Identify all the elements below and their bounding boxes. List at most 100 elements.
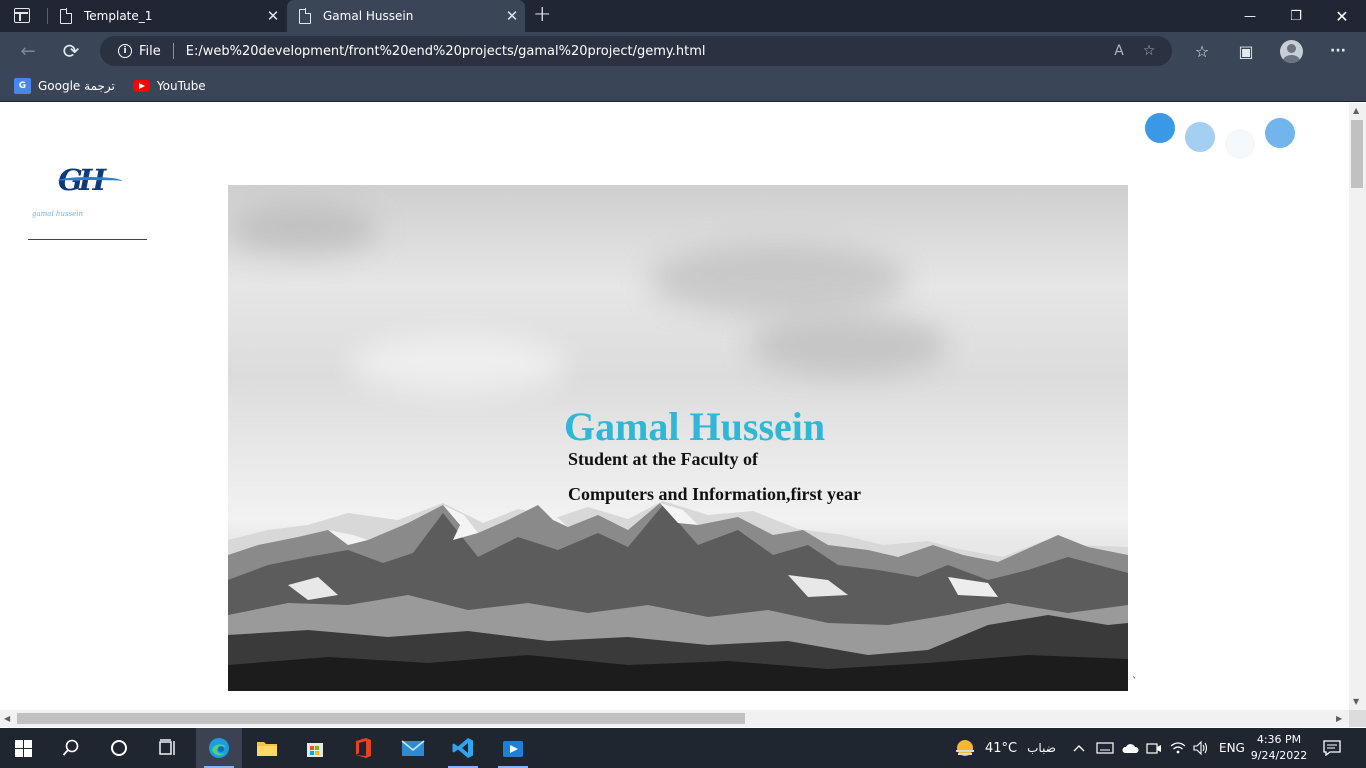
taskbar-mail[interactable]	[390, 728, 436, 768]
input-method-icon[interactable]	[1096, 728, 1114, 768]
volume-icon[interactable]	[1193, 728, 1209, 768]
onedrive-icon[interactable]	[1121, 728, 1139, 768]
vscode-icon	[452, 738, 473, 758]
task-view-icon	[159, 739, 175, 755]
read-aloud-icon[interactable]: A	[1104, 43, 1134, 59]
start-button[interactable]	[0, 728, 46, 768]
taskbar-media-player[interactable]	[490, 728, 536, 768]
camera-icon	[1146, 743, 1161, 754]
refresh-button[interactable]: ⟳	[56, 36, 86, 66]
tab-title: Template_1	[84, 9, 153, 23]
hero-subtitle-line-1: Student at the Faculty of	[568, 449, 758, 469]
google-translate-icon: G	[14, 77, 31, 94]
url-text[interactable]: E:/web%20development/front%20end%20proje…	[186, 44, 1104, 59]
store-icon	[307, 743, 323, 757]
speaker-icon	[1193, 741, 1208, 755]
weather-widget[interactable]: 41°C ضباب	[954, 728, 1056, 768]
favorite-label: YouTube	[156, 78, 206, 93]
decor-dot	[1225, 129, 1255, 159]
page-icon	[60, 8, 73, 24]
new-tab-button[interactable]: +	[533, 2, 551, 27]
collections-icon[interactable]: ▣	[1231, 36, 1261, 66]
favorite-google-translate[interactable]: G Google ترجمة	[14, 77, 115, 94]
meet-now-icon[interactable]	[1146, 728, 1162, 768]
windows-logo-icon	[14, 739, 32, 757]
site-logo[interactable]: GH	[58, 163, 122, 197]
show-hidden-icons[interactable]	[1073, 728, 1085, 768]
scroll-up-arrow[interactable]: ▲	[1353, 106, 1359, 115]
hero-title: Gamal Hussein	[564, 404, 826, 449]
media-player-icon	[503, 741, 523, 757]
chevron-up-icon	[1073, 745, 1085, 752]
folder-icon	[257, 742, 277, 756]
horizontal-scroll-thumb[interactable]	[17, 713, 745, 724]
minimize-button[interactable]: —	[1227, 0, 1273, 32]
hero-banner: Gamal Hussein Student at the Faculty of …	[228, 185, 1128, 691]
logo-swoosh	[58, 177, 122, 185]
profile-avatar[interactable]	[1280, 40, 1303, 63]
favorites-icon[interactable]: ☆	[1187, 36, 1217, 66]
site-info-icon[interactable]: i	[118, 44, 132, 58]
taskbar-edge[interactable]	[196, 728, 242, 768]
clock-date: 9/24/2022	[1250, 749, 1308, 762]
browser-toolbar: ← ⟳ i File E:/web%20development/front%20…	[0, 32, 1366, 70]
decor-dot	[1145, 113, 1175, 143]
windows-taskbar: 41°C ضباب ENG 4:36 PM 9/24/2022	[0, 728, 1366, 768]
address-divider	[172, 43, 174, 59]
vertical-scroll-thumb[interactable]	[1351, 120, 1363, 188]
clock[interactable]: 4:36 PM 9/24/2022	[1246, 732, 1312, 764]
decor-dot	[1265, 118, 1295, 148]
browser-tab-bar: Template_1 ✕ Gamal Hussein ✕ + — ❐ ✕	[0, 0, 1366, 32]
scroll-right-arrow[interactable]: ▶	[1336, 714, 1342, 723]
taskbar-vscode[interactable]	[440, 728, 486, 768]
keyboard-icon	[1096, 742, 1114, 754]
weather-fog-icon	[956, 740, 974, 756]
youtube-icon	[132, 79, 150, 92]
taskbar-office[interactable]	[340, 728, 386, 768]
hero-subtitle-line-2: Computers and Information,first year	[568, 484, 861, 504]
clock-time: 4:36 PM	[1256, 733, 1302, 746]
cortana-icon	[111, 740, 127, 756]
favorite-label: Google ترجمة	[38, 78, 115, 93]
scroll-left-arrow[interactable]: ◀	[4, 714, 10, 723]
tab-close-icon[interactable]: ✕	[260, 7, 286, 25]
tab-actions-icon[interactable]	[14, 8, 30, 23]
task-view-button[interactable]	[144, 728, 190, 768]
back-button[interactable]: ←	[13, 36, 43, 66]
language-indicator[interactable]: ENG	[1219, 728, 1245, 768]
weather-condition: ضباب	[1027, 741, 1056, 755]
tab-title: Gamal Hussein	[323, 9, 414, 23]
logo-divider	[28, 239, 147, 240]
mail-icon	[401, 740, 425, 756]
search-icon	[62, 739, 79, 756]
taskbar-file-explorer[interactable]	[244, 728, 290, 768]
notification-icon	[1323, 740, 1341, 756]
office-icon	[356, 738, 371, 758]
add-favorite-icon[interactable]: ☆	[1134, 43, 1164, 59]
scheme-label: File	[139, 43, 161, 59]
favorites-bar: G Google ترجمة YouTube	[0, 70, 1366, 102]
network-icon[interactable]	[1170, 728, 1186, 768]
vertical-scrollbar[interactable]	[1349, 103, 1366, 710]
edge-icon	[209, 738, 229, 758]
cloud-icon	[1122, 744, 1139, 753]
taskbar-store[interactable]	[292, 728, 338, 768]
close-window-button[interactable]: ✕	[1319, 0, 1365, 32]
wifi-icon	[1170, 742, 1186, 754]
scroll-down-arrow[interactable]: ▼	[1353, 697, 1359, 706]
cortana-button[interactable]	[96, 728, 142, 768]
scrollbar-corner	[1349, 710, 1366, 727]
tab-gamal-hussein[interactable]: Gamal Hussein ✕	[287, 0, 525, 32]
action-center-button[interactable]	[1320, 736, 1344, 760]
favorite-youtube[interactable]: YouTube	[131, 79, 206, 93]
address-bar[interactable]: i File E:/web%20development/front%20end%…	[100, 36, 1172, 66]
tab-template-1[interactable]: Template_1 ✕	[48, 0, 286, 32]
more-menu-icon[interactable]: ···	[1323, 36, 1353, 66]
search-button[interactable]	[48, 728, 94, 768]
page-viewport: GH gamal hussein Gamal Hussein Student a…	[0, 103, 1349, 710]
tab-close-icon[interactable]: ✕	[499, 7, 525, 25]
decor-dot	[1185, 122, 1215, 152]
stray-character: `	[1132, 675, 1138, 688]
page-icon	[299, 8, 312, 24]
restore-button[interactable]: ❐	[1273, 0, 1319, 32]
